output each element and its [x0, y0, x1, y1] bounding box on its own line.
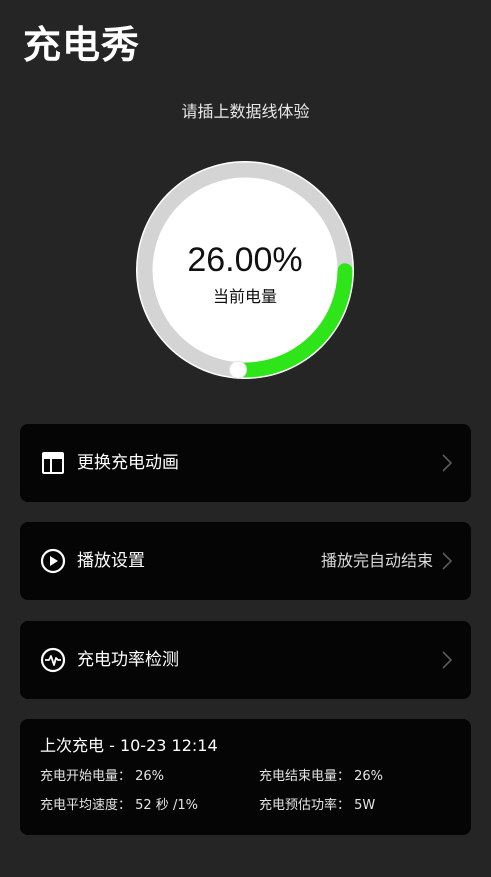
power-detection-label: 充电功率检测 — [77, 650, 179, 670]
power-detection-button[interactable]: 充电功率检测 — [20, 621, 471, 699]
battery-percent: 26.00% — [187, 241, 303, 279]
last-charge-card: 上次充电 - 10-23 12:14 充电开始电量： 26% 充电结束电量： 2… — [20, 719, 471, 835]
charging-show-screen: 充电秀 请插上数据线体验 26.00% 当前电量 更换充电动画 播放设置 播放完… — [0, 0, 491, 877]
plug-in-hint: 请插上数据线体验 — [181, 102, 310, 121]
chevron-right-icon — [442, 651, 453, 669]
charge-estimated-power: 充电预估功率： 5W — [259, 798, 376, 813]
change-animation-button[interactable]: 更换充电动画 — [20, 424, 471, 502]
gauge-center: 26.00% 当前电量 — [127, 152, 363, 388]
charge-average-speed: 充电平均速度： 52 秒 /1% — [40, 798, 198, 813]
playback-settings-label: 播放设置 — [77, 551, 145, 571]
app-title: 充电秀 — [23, 23, 141, 67]
battery-gauge: 26.00% 当前电量 — [127, 152, 363, 388]
playback-settings-button[interactable]: 播放设置 播放完自动结束 — [20, 522, 471, 600]
play-circle-icon — [40, 548, 66, 574]
battery-label: 当前电量 — [212, 287, 277, 306]
pulse-icon — [40, 647, 66, 673]
change-animation-label: 更换充电动画 — [77, 453, 179, 473]
charge-start-level: 充电开始电量： 26% — [40, 769, 165, 784]
layout-icon — [40, 450, 66, 476]
chevron-right-icon — [442, 454, 453, 472]
last-charge-title: 上次充电 - 10-23 12:14 — [40, 736, 218, 755]
chevron-right-icon — [442, 552, 453, 570]
charge-end-level: 充电结束电量： 26% — [259, 769, 384, 784]
playback-settings-value: 播放完自动结束 — [320, 551, 433, 570]
